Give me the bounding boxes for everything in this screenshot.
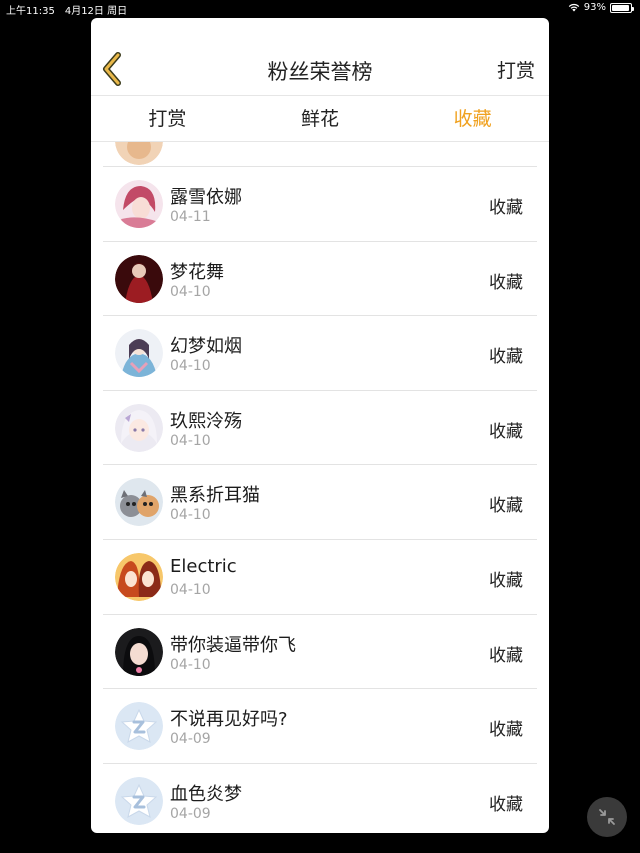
fan-name: Electric bbox=[170, 555, 237, 577]
avatar bbox=[115, 478, 163, 527]
list-item[interactable]: 带你装逼带你飞 04-10 收藏 bbox=[103, 615, 537, 690]
fan-date: 04-10 bbox=[170, 283, 211, 300]
avatar bbox=[115, 254, 163, 303]
favorite-label: 收藏 bbox=[489, 645, 523, 666]
wifi-icon bbox=[568, 3, 579, 12]
favorite-label: 收藏 bbox=[489, 198, 523, 218]
list-item[interactable]: 血色炎梦 04-09 收藏 bbox=[103, 764, 537, 832]
list-item[interactable]: 梦花舞 04-10 收藏 bbox=[103, 242, 537, 317]
tab-flowers[interactable]: 鲜花 bbox=[244, 96, 397, 141]
nav-bar: 粉丝荣誉榜 打赏 bbox=[91, 18, 549, 96]
battery-fill bbox=[612, 4, 629, 11]
fan-name: 不说再见好吗? bbox=[170, 709, 288, 731]
status-bar: 上午11:35 4月12日 周日 93% bbox=[0, 0, 640, 17]
battery-percent: 93% bbox=[583, 2, 606, 13]
status-time: 上午11:35 bbox=[6, 6, 55, 17]
fan-name: 梦花舞 bbox=[170, 261, 224, 283]
fan-honor-card: 粉丝荣誉榜 打赏 打赏 鲜花 收藏 露雪依娜 04-11 收藏 梦花舞 04-1… bbox=[91, 18, 549, 833]
battery-icon bbox=[610, 2, 634, 13]
favorite-label: 收藏 bbox=[489, 421, 523, 442]
avatar bbox=[115, 702, 163, 751]
tab-bar: 打赏 鲜花 收藏 bbox=[91, 96, 549, 142]
fan-date: 04-10 bbox=[170, 358, 211, 375]
favorites-list[interactable]: 露雪依娜 04-11 收藏 梦花舞 04-10 收藏 幻梦如烟 04-10 收藏… bbox=[91, 142, 549, 832]
status-date: 4月12日 周日 bbox=[64, 6, 128, 17]
list-item[interactable]: 露雪依娜 04-11 收藏 bbox=[103, 167, 537, 242]
avatar bbox=[115, 776, 163, 825]
fan-date: 04-10 bbox=[170, 432, 211, 449]
reward-button[interactable]: 打赏 bbox=[497, 56, 535, 83]
collapse-button[interactable] bbox=[587, 797, 627, 837]
avatar bbox=[115, 552, 163, 601]
list-item[interactable]: 玖熙泠殇 04-10 收藏 bbox=[103, 391, 537, 466]
tab-reward[interactable]: 打赏 bbox=[91, 96, 244, 141]
tab-favorites[interactable]: 收藏 bbox=[396, 96, 549, 141]
fan-date: 04-10 bbox=[170, 507, 211, 524]
favorite-label: 收藏 bbox=[489, 794, 523, 815]
favorite-label: 收藏 bbox=[489, 272, 523, 293]
fan-name: 露雪依娜 bbox=[170, 187, 242, 208]
avatar bbox=[115, 142, 163, 165]
favorite-label: 收藏 bbox=[489, 347, 523, 368]
fan-name: 带你装逼带你飞 bbox=[170, 634, 296, 656]
list-item[interactable] bbox=[103, 142, 537, 167]
avatar bbox=[115, 329, 163, 378]
fan-date: 04-10 bbox=[170, 581, 211, 598]
favorite-label: 收藏 bbox=[489, 570, 523, 591]
fan-name: 血色炎梦 bbox=[170, 783, 242, 805]
list-item[interactable]: Electric 04-10 收藏 bbox=[103, 540, 537, 615]
favorite-label: 收藏 bbox=[489, 496, 523, 517]
fan-name: 幻梦如烟 bbox=[170, 336, 242, 358]
fan-date: 04-09 bbox=[170, 731, 211, 748]
list-item[interactable]: 幻梦如烟 04-10 收藏 bbox=[103, 316, 537, 391]
avatar bbox=[115, 403, 163, 452]
page-title: 粉丝荣誉榜 bbox=[267, 60, 373, 84]
fan-date: 04-11 bbox=[170, 209, 211, 225]
fan-date: 04-10 bbox=[170, 656, 211, 673]
list-item[interactable]: 不说再见好吗? 04-09 收藏 bbox=[103, 689, 537, 764]
favorite-label: 收藏 bbox=[489, 720, 523, 741]
list-item[interactable]: 黑系折耳猫 04-10 收藏 bbox=[103, 465, 537, 540]
fan-name: 玖熙泠殇 bbox=[170, 410, 242, 432]
avatar bbox=[115, 627, 163, 676]
collapse-arrows-icon bbox=[599, 809, 615, 825]
fan-name: 黑系折耳猫 bbox=[170, 485, 260, 507]
fan-date: 04-09 bbox=[170, 805, 211, 822]
avatar bbox=[115, 180, 163, 228]
